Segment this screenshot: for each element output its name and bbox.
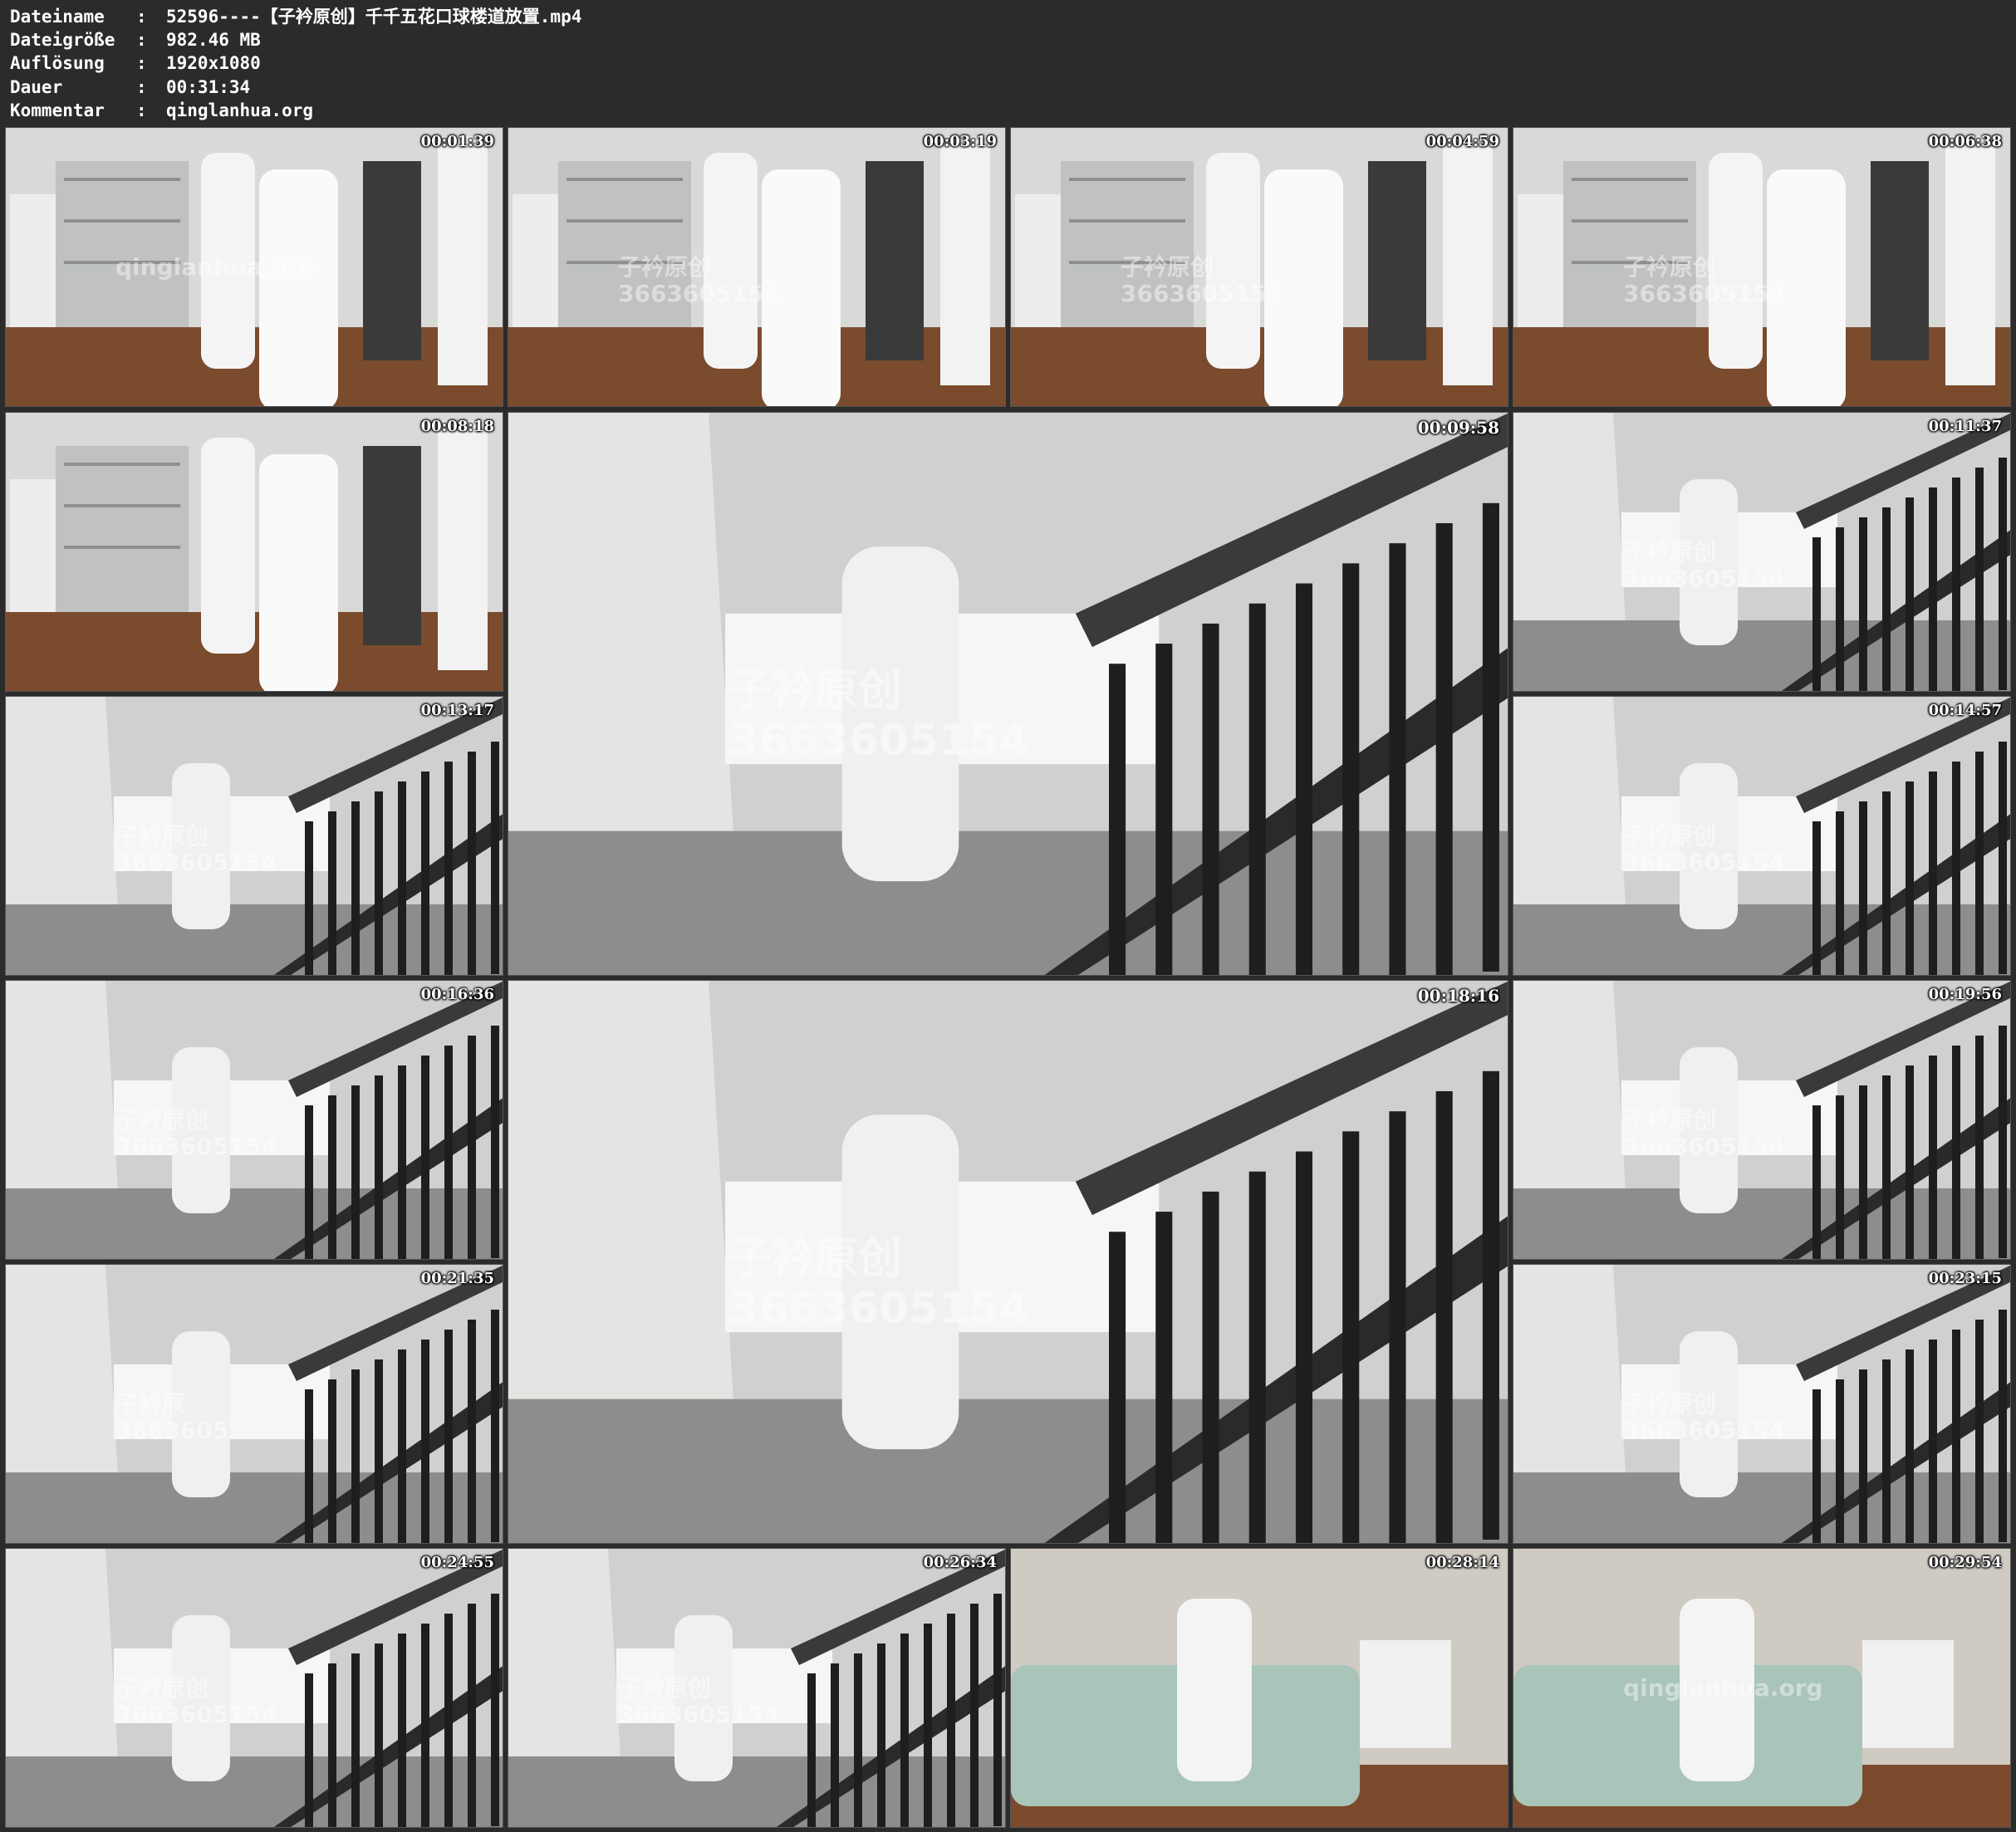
- timestamp-label: 00:18:16: [1417, 986, 1499, 1006]
- watermark-line: 3663605154: [1623, 280, 1785, 308]
- watermark-line: 子衿原创: [115, 1674, 209, 1702]
- watermark-line: 子衿原创: [728, 666, 902, 716]
- watermark-line: 子衿原创: [728, 1234, 902, 1284]
- watermark-line: 3663605154: [728, 715, 1029, 766]
- watermark-line: 3663605154: [1121, 280, 1283, 308]
- watermark-line: 3663605154: [115, 1133, 277, 1161]
- watermark-line: 3663605154: [1623, 849, 1785, 877]
- watermark-text: 子衿原创 3663605154: [1623, 1390, 1785, 1445]
- watermark-line: qinglanhua.org: [1623, 1674, 1823, 1702]
- watermark-line: 子衿原创: [1623, 1390, 1717, 1418]
- watermark-line: 3663605154: [1623, 1133, 1785, 1161]
- timestamp-label: 00:04:59: [1425, 133, 1499, 150]
- watermark-line: 3663605154: [728, 1283, 1029, 1334]
- watermark-text: 子衿原创 3663605154: [1623, 253, 1785, 308]
- video-thumbnail[interactable]: 00:11:37 子衿原创 3663605154: [1513, 412, 2011, 692]
- timestamp-label: 00:21:35: [420, 1270, 494, 1287]
- watermark-text: 子衿原创 3663605154: [1623, 538, 1785, 593]
- watermark-line: 3663605154: [1623, 565, 1785, 593]
- watermark-line: 子衿原创: [1623, 822, 1717, 850]
- watermark-text: 子衿原创 3663605154: [115, 1106, 277, 1161]
- watermark-line: 3663605154: [115, 849, 277, 877]
- watermark-text: 子衿原创 3663605154: [115, 1674, 277, 1729]
- watermark-line: 3663605154: [115, 1701, 277, 1729]
- watermark-text: 子衿原创 3663605154: [1623, 822, 1785, 877]
- watermark-text: 子衿原创 3663605154: [728, 666, 1029, 767]
- timestamp-label: 00:24:55: [420, 1554, 494, 1571]
- timestamp-label: 00:06:38: [1928, 133, 2002, 150]
- watermark-line: 子衿原创: [1121, 253, 1214, 281]
- watermark-line: qinglanhua.org: [115, 253, 316, 281]
- timestamp-label: 00:29:54: [1928, 1554, 2002, 1571]
- watermark-text: 子衿原创 3663605154: [728, 1234, 1029, 1335]
- watermark-text: 子衿原创 3663605154: [115, 822, 277, 877]
- video-thumbnail[interactable]: 00:23:15 子衿原创 3663605154: [1513, 1264, 2011, 1544]
- video-thumbnail[interactable]: 00:13:17 子衿原创 3663605154: [5, 696, 503, 976]
- watermark-line: 子衿原创: [1623, 1106, 1717, 1134]
- watermark-line: 3663605154: [1623, 1417, 1785, 1445]
- video-thumbnail[interactable]: 00:06:38 子衿原创 3663605154: [1513, 127, 2011, 407]
- video-thumbnail[interactable]: 00:26:34 子衿原创 3663605154: [508, 1548, 1006, 1828]
- scene-illustration: [1011, 1549, 1508, 1827]
- timestamp-label: 00:26:34: [923, 1554, 997, 1571]
- timestamp-label: 00:19:56: [1928, 986, 2002, 1003]
- timestamp-label: 00:28:14: [1425, 1554, 1499, 1571]
- timestamp-label: 00:23:15: [1928, 1270, 2002, 1287]
- watermark-line: 3663605: [115, 1417, 229, 1445]
- watermark-text: 子衿原创 3663605154: [1121, 253, 1283, 308]
- video-thumbnail[interactable]: 00:24:55 子衿原创 3663605154: [5, 1548, 503, 1828]
- video-thumbnail[interactable]: 00:09:58 子衿原创 3663605154: [508, 412, 1508, 976]
- watermark-text: 子衿原创 3663605154: [618, 253, 780, 308]
- watermark-text: 子衿原 3663605: [115, 1390, 229, 1445]
- video-thumbnail[interactable]: 00:18:16 子衿原创 3663605154: [508, 980, 1508, 1544]
- watermark-line: 子衿原创: [618, 1674, 712, 1702]
- timestamp-label: 00:01:39: [420, 133, 494, 150]
- watermark-text: qinglanhua.org: [115, 253, 316, 281]
- video-thumbnail[interactable]: 00:03:19 子衿原创 3663605154: [508, 127, 1006, 407]
- watermark-line: 子衿原创: [115, 822, 209, 850]
- thumbnail-grid: 00:01:39 qinglanhua.org 00:03:19 子衿原创 36636…: [0, 0, 2016, 1832]
- timestamp-label: 00:03:19: [923, 133, 997, 150]
- timestamp-label: 00:13:17: [420, 702, 494, 719]
- video-thumbnail[interactable]: 00:19:56 子衿原创 3663605154: [1513, 980, 2011, 1260]
- video-thumbnail[interactable]: 00:29:54 qinglanhua.org: [1513, 1548, 2011, 1828]
- watermark-line: 3663605154: [618, 1701, 780, 1729]
- scene-illustration: [6, 413, 503, 691]
- video-thumbnail[interactable]: 00:14:57 子衿原创 3663605154: [1513, 696, 2011, 976]
- watermark-line: 子衿原创: [1623, 538, 1717, 566]
- video-thumbnail[interactable]: 00:21:35 子衿原 3663605: [5, 1264, 503, 1544]
- watermark-line: 子衿原创: [1623, 253, 1717, 281]
- watermark-line: 3663605154: [618, 280, 780, 308]
- timestamp-label: 00:14:57: [1928, 702, 2002, 719]
- timestamp-label: 00:08:18: [420, 418, 494, 435]
- watermark-text: qinglanhua.org: [1623, 1674, 1823, 1702]
- scene-illustration: [6, 1265, 503, 1543]
- watermark-line: 子衿原创: [115, 1106, 209, 1134]
- watermark-line: 子衿原: [115, 1390, 186, 1418]
- video-thumbnail[interactable]: 00:01:39 qinglanhua.org: [5, 127, 503, 407]
- video-thumbnail[interactable]: 00:16:36 子衿原创 3663605154: [5, 980, 503, 1260]
- timestamp-label: 00:11:37: [1928, 418, 2002, 435]
- timestamp-label: 00:16:36: [420, 986, 494, 1003]
- watermark-line: 子衿原创: [618, 253, 712, 281]
- video-thumbnail[interactable]: 00:28:14: [1010, 1548, 1508, 1828]
- video-thumbnail[interactable]: 00:04:59 子衿原创 3663605154: [1010, 127, 1508, 407]
- watermark-text: 子衿原创 3663605154: [1623, 1106, 1785, 1161]
- timestamp-label: 00:09:58: [1417, 418, 1499, 438]
- video-thumbnail[interactable]: 00:08:18: [5, 412, 503, 692]
- watermark-text: 子衿原创 3663605154: [618, 1674, 780, 1729]
